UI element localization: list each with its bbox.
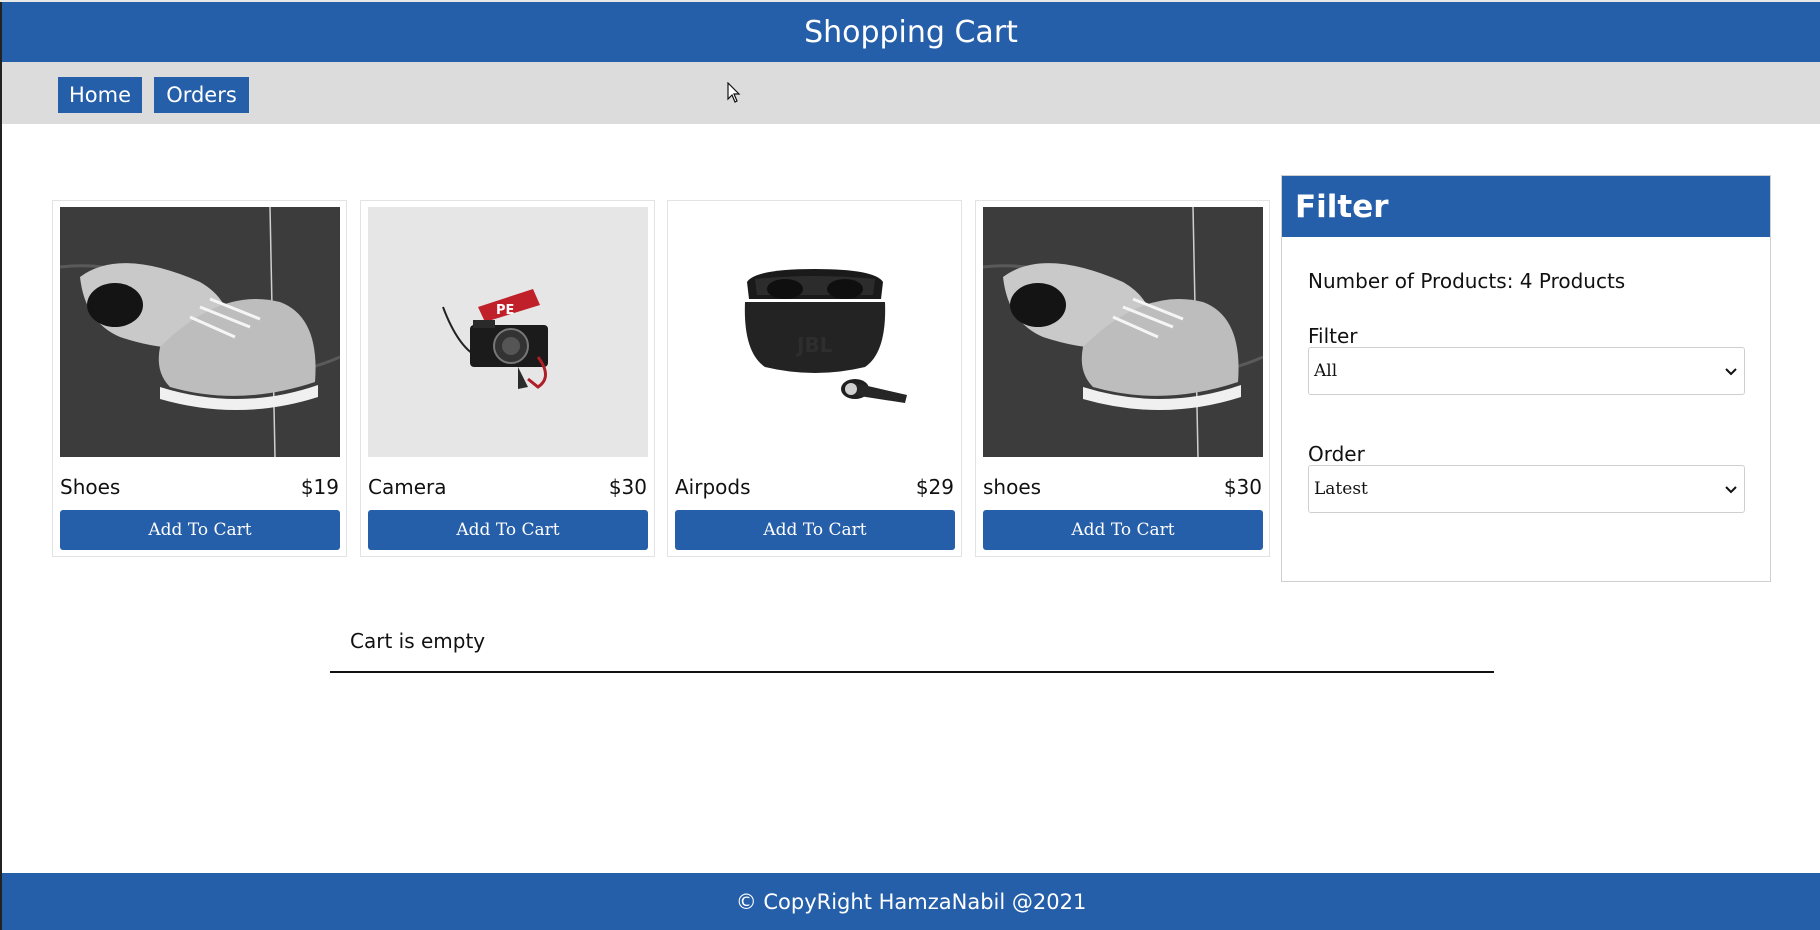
chevron-down-icon bbox=[1725, 486, 1737, 494]
order-label: Order bbox=[1308, 442, 1365, 466]
cart-divider bbox=[330, 671, 1494, 673]
product-card-camera: PE Camera $30 Add To Cart bbox=[360, 200, 655, 557]
product-name: shoes bbox=[983, 475, 1042, 499]
page: Shopping Cart Home Orders Shoes $19 Add … bbox=[0, 0, 1820, 930]
filter-select-value: All bbox=[1314, 361, 1338, 381]
order-select-value: Latest bbox=[1314, 479, 1368, 499]
product-image-airpods[interactable]: JBL bbox=[675, 207, 955, 457]
app-footer: © CopyRight HamzaNabil @2021 bbox=[2, 873, 1820, 930]
window-edge bbox=[0, 0, 2, 930]
add-to-cart-button[interactable]: Add To Cart bbox=[60, 510, 340, 550]
footer-copyright: © CopyRight HamzaNabil @2021 bbox=[735, 889, 1087, 914]
svg-text:JBL: JBL bbox=[795, 333, 833, 357]
product-price: $29 bbox=[915, 475, 954, 499]
add-to-cart-button[interactable]: Add To Cart bbox=[983, 510, 1263, 550]
product-image-camera[interactable]: PE bbox=[368, 207, 648, 457]
order-select[interactable]: Latest bbox=[1308, 465, 1745, 513]
page-title: Shopping Cart bbox=[804, 14, 1018, 50]
svg-text:PE: PE bbox=[496, 303, 514, 318]
filter-panel: Filter Number of Products: 4 Products Fi… bbox=[1281, 175, 1771, 582]
product-name: Shoes bbox=[60, 475, 121, 499]
product-card-shoes: Shoes $19 Add To Cart bbox=[52, 200, 347, 557]
filter-label: Filter bbox=[1308, 324, 1358, 348]
add-to-cart-button[interactable]: Add To Cart bbox=[368, 510, 648, 550]
navbar: Home Orders bbox=[2, 62, 1820, 124]
product-card-shoes-2: shoes $30 Add To Cart bbox=[975, 200, 1270, 557]
product-card-airpods: JBL Airpods $29 Add To Cart bbox=[667, 200, 962, 557]
mouse-cursor-icon bbox=[727, 82, 741, 103]
cart-empty-message: Cart is empty bbox=[350, 629, 486, 653]
product-price: $19 bbox=[300, 475, 339, 499]
app-header: Shopping Cart bbox=[2, 2, 1820, 62]
product-price: $30 bbox=[608, 475, 647, 499]
home-nav-button[interactable]: Home bbox=[58, 77, 142, 113]
add-to-cart-button[interactable]: Add To Cart bbox=[675, 510, 955, 550]
filter-select[interactable]: All bbox=[1308, 347, 1745, 395]
product-name: Camera bbox=[368, 475, 447, 499]
orders-nav-button[interactable]: Orders bbox=[154, 77, 249, 113]
product-count: Number of Products: 4 Products bbox=[1308, 269, 1626, 293]
product-price: $30 bbox=[1223, 475, 1262, 499]
product-name: Airpods bbox=[675, 475, 751, 499]
product-image-shoes[interactable] bbox=[983, 207, 1263, 457]
chevron-down-icon bbox=[1725, 368, 1737, 376]
filter-panel-title: Filter bbox=[1282, 176, 1770, 237]
product-image-shoes[interactable] bbox=[60, 207, 340, 457]
